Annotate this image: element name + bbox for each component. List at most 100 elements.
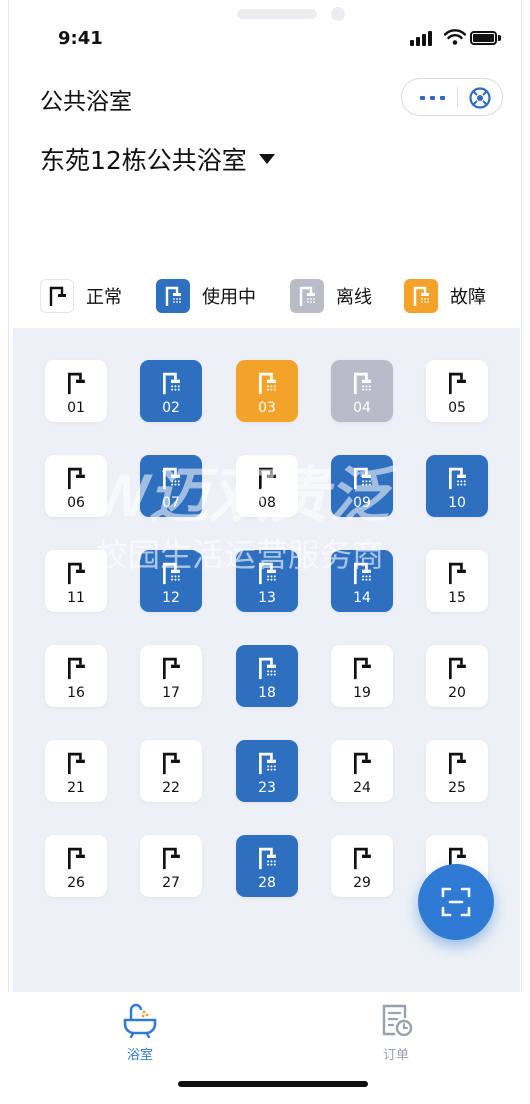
- shower-number: 05: [448, 400, 466, 416]
- scan-button[interactable]: [418, 864, 494, 940]
- shower-tile[interactable]: 13: [236, 550, 298, 612]
- mini-program-capsule: [401, 78, 503, 116]
- shower-number: 17: [162, 685, 180, 701]
- tab-orders[interactable]: 订单: [336, 1002, 456, 1063]
- bathtub-icon: [123, 1003, 157, 1038]
- shower-tile[interactable]: 02: [140, 360, 202, 422]
- shower-number: 15: [448, 590, 466, 606]
- shower-number: 08: [258, 495, 276, 511]
- shower-number: 12: [162, 590, 180, 606]
- shower-icon: [354, 562, 371, 585]
- shower-tile[interactable]: 01: [45, 360, 107, 422]
- shower-number: 18: [258, 685, 276, 701]
- home-indicator: [178, 1081, 368, 1087]
- tab-bathroom[interactable]: 浴室: [80, 1002, 200, 1063]
- legend-swatch-fault: [404, 279, 438, 313]
- shower-icon: [49, 286, 66, 306]
- shower-tile[interactable]: 22: [140, 740, 202, 802]
- shower-icon: [163, 467, 180, 490]
- shower-tile[interactable]: 25: [426, 740, 488, 802]
- shower-icon: [163, 847, 180, 870]
- front-camera: [331, 7, 345, 21]
- shower-icon: [354, 372, 371, 395]
- shower-icon: [259, 752, 276, 775]
- shower-icon: [163, 372, 180, 395]
- shower-icon: [68, 372, 85, 395]
- status-legend: 正常 使用中 离线 故障: [40, 279, 500, 313]
- shower-icon: [354, 847, 371, 870]
- shower-tile[interactable]: 10: [426, 455, 488, 517]
- shower-icon: [449, 657, 466, 680]
- shower-tile[interactable]: 19: [331, 645, 393, 707]
- shower-number: 20: [448, 685, 466, 701]
- shower-tile[interactable]: 23: [236, 740, 298, 802]
- shower-tile[interactable]: 08: [236, 455, 298, 517]
- shower-icon: [68, 562, 85, 585]
- shower-tile[interactable]: 07: [140, 455, 202, 517]
- shower-icon: [68, 847, 85, 870]
- legend-label-normal: 正常: [86, 287, 122, 308]
- shower-number: 06: [67, 495, 85, 511]
- shower-icon: [163, 562, 180, 585]
- shower-tile[interactable]: 06: [45, 455, 107, 517]
- tab-bar: 浴室 订单: [8, 992, 522, 1104]
- shower-number: 14: [353, 590, 371, 606]
- shower-tile[interactable]: 21: [45, 740, 107, 802]
- speaker-grille: [237, 9, 317, 19]
- shower-tile[interactable]: 18: [236, 645, 298, 707]
- shower-number: 11: [67, 590, 85, 606]
- shower-number: 24: [353, 780, 371, 796]
- more-dots-icon[interactable]: [420, 96, 446, 100]
- shower-icon: [449, 752, 466, 775]
- legend-swatch-in-use: [156, 279, 190, 313]
- shower-icon: [299, 286, 315, 306]
- shower-tile[interactable]: 16: [45, 645, 107, 707]
- shower-tile[interactable]: 17: [140, 645, 202, 707]
- legend-item-in-use: 使用中: [156, 279, 256, 313]
- shower-number: 28: [258, 875, 276, 891]
- shower-tile[interactable]: 04: [331, 360, 393, 422]
- shower-number: 03: [258, 400, 276, 416]
- status-time: 9:41: [58, 28, 103, 49]
- legend-item-fault: 故障: [404, 279, 486, 313]
- shower-tile[interactable]: 15: [426, 550, 488, 612]
- battery-icon: [470, 30, 502, 46]
- shower-tile[interactable]: 24: [331, 740, 393, 802]
- caret-down-icon: [258, 154, 275, 164]
- close-icon[interactable]: [468, 86, 492, 110]
- shower-tile[interactable]: 11: [45, 550, 107, 612]
- capsule-divider: [457, 87, 458, 107]
- tab-bathroom-label: 浴室: [126, 1048, 153, 1063]
- shower-icon: [354, 467, 371, 490]
- shower-tile[interactable]: 27: [140, 835, 202, 897]
- shower-tile[interactable]: 29: [331, 835, 393, 897]
- shower-number: 22: [162, 780, 180, 796]
- shower-number: 25: [448, 780, 466, 796]
- shower-number: 27: [162, 875, 180, 891]
- shower-icon: [68, 657, 85, 680]
- shower-number: 19: [353, 685, 371, 701]
- shower-icon: [163, 752, 180, 775]
- shower-tile[interactable]: 28: [236, 835, 298, 897]
- shower-tile[interactable]: 26: [45, 835, 107, 897]
- legend-swatch-normal: [40, 279, 74, 313]
- shower-tile[interactable]: 20: [426, 645, 488, 707]
- shower-tile[interactable]: 05: [426, 360, 488, 422]
- legend-item-offline: 离线: [290, 279, 372, 313]
- shower-icon: [413, 286, 429, 306]
- legend-item-normal: 正常: [40, 279, 122, 313]
- wifi-icon: [444, 29, 466, 45]
- shower-icon: [449, 372, 466, 395]
- shower-icon: [354, 657, 371, 680]
- shower-icon: [259, 467, 276, 490]
- building-selector[interactable]: 东苑12栋公共浴室: [40, 141, 275, 177]
- shower-number: 07: [162, 495, 180, 511]
- shower-tile[interactable]: 12: [140, 550, 202, 612]
- shower-tile[interactable]: 03: [236, 360, 298, 422]
- shower-tile[interactable]: 09: [331, 455, 393, 517]
- shower-tile[interactable]: 14: [331, 550, 393, 612]
- shower-icon: [259, 657, 276, 680]
- shower-number: 21: [67, 780, 85, 796]
- shower-number: 29: [353, 875, 371, 891]
- shower-icon: [165, 286, 181, 306]
